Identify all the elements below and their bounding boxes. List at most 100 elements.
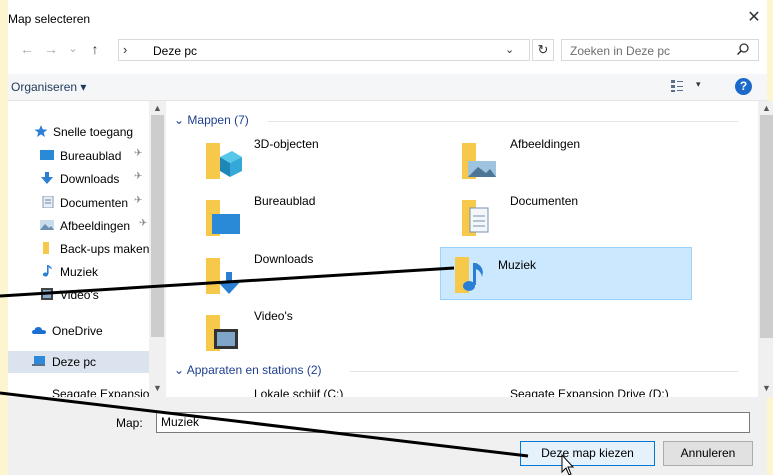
folder-name-value[interactable]: Muziek <box>161 415 199 429</box>
downloads-folder-icon <box>206 258 240 294</box>
chevron-down-icon[interactable]: ⌄ <box>174 113 184 127</box>
view-options-icon[interactable] <box>670 79 684 93</box>
sidebar-item-documents[interactable]: Documenten ✈ <box>8 192 151 214</box>
chevron-down-icon[interactable]: ⌄ <box>174 363 184 377</box>
close-icon[interactable]: ✕ <box>744 8 764 28</box>
sidebar-item-downloads[interactable]: Downloads ✈ <box>8 168 151 190</box>
help-icon[interactable]: ? <box>735 78 752 95</box>
search-icon[interactable] <box>736 42 750 56</box>
refresh-icon[interactable]: ↻ <box>532 39 554 61</box>
folders-group-header[interactable]: ⌄ Mappen (7) <box>174 113 249 127</box>
chevron-right-icon[interactable]: › <box>123 42 127 57</box>
folder-tile-desktop[interactable]: Bureaublad <box>186 190 438 244</box>
sidebar-item-desktop[interactable]: Bureaublad ✈ <box>8 145 151 167</box>
drive-item-local-c[interactable]: Lokale schijf (C:) <box>254 387 343 397</box>
pictures-icon <box>40 220 54 230</box>
folder-label: Bureaublad <box>254 194 316 208</box>
folder-content-pane: ⌄ Mappen (7) 3D-objecten Afbeeldingen Bu… <box>166 101 750 397</box>
folder-label: Video's <box>254 309 293 323</box>
map-field-label: Map: <box>116 416 143 430</box>
forward-arrow-icon[interactable]: → <box>42 40 60 58</box>
pin-icon[interactable]: ✈ <box>134 171 142 182</box>
scroll-up-icon[interactable]: ▲ <box>153 103 162 113</box>
sidebar-item-onedrive[interactable]: OneDrive <box>8 320 151 342</box>
back-arrow-icon[interactable]: ← <box>18 40 36 58</box>
video-icon <box>41 288 53 300</box>
content-scroll-thumb[interactable] <box>760 115 773 338</box>
search-input[interactable]: Zoeken in Deze pc <box>561 39 759 61</box>
sidebar-item-music[interactable]: Muziek <box>8 261 151 283</box>
organise-menu-button[interactable]: Organiseren ▾ <box>11 80 86 94</box>
select-folder-button[interactable]: Deze map kiezen <box>520 441 655 466</box>
address-bar[interactable]: › Deze pc ⌄ <box>118 39 530 61</box>
sidebar-item-this-pc[interactable]: Deze pc <box>8 351 151 373</box>
dialog-title: Map selecteren <box>8 12 91 26</box>
pin-icon[interactable]: ✈ <box>139 218 147 229</box>
sidebar-item-label: OneDrive <box>52 324 103 338</box>
chevron-down-icon[interactable]: ⌄ <box>505 43 514 56</box>
folder-tile-downloads[interactable]: Downloads <box>186 248 438 302</box>
folder-label: Documenten <box>510 194 579 208</box>
drive-item-seagate-d[interactable]: Seagate Expansion Drive (D:) <box>510 387 669 397</box>
download-arrow-icon <box>41 172 53 184</box>
document-icon <box>42 196 54 208</box>
computer-icon <box>32 356 45 366</box>
cancel-button[interactable]: Annuleren <box>663 441 753 466</box>
pin-icon[interactable]: ✈ <box>134 195 142 206</box>
folder-label: Muziek <box>498 258 537 272</box>
scroll-down-icon[interactable]: ▼ <box>153 383 162 393</box>
address-path[interactable]: Deze pc <box>153 44 197 58</box>
left-frame-strip <box>0 0 8 475</box>
scroll-down-icon[interactable]: ▼ <box>762 383 771 393</box>
folder-tile-documents[interactable]: Documenten <box>442 190 694 244</box>
music-note-icon <box>42 265 52 277</box>
pin-icon[interactable]: ✈ <box>134 148 142 159</box>
3d-objects-folder-icon <box>206 143 242 179</box>
sidebar-item-videos[interactable]: Video's <box>8 284 151 306</box>
navigation-pane: Snelle toegang Bureaublad ✈ Downloads ✈ … <box>8 101 166 401</box>
folder-label: Afbeeldingen <box>510 137 581 151</box>
view-dropdown-icon[interactable]: ▾ <box>696 79 701 90</box>
folder-label: 3D-objecten <box>254 137 319 151</box>
folder-tile-3d-objects[interactable]: 3D-objecten <box>186 133 438 187</box>
folder-tile-music[interactable]: Muziek <box>440 247 692 300</box>
sidebar-item-label: Deze pc <box>52 355 97 369</box>
sidebar-item-label: Back-ups maken <box>60 242 150 256</box>
sidebar-item-label: Documenten <box>60 196 129 210</box>
folder-select-dialog: Map selecteren ✕ ← → ⌄ ↑ › Deze pc ⌄ ↻ Z… <box>8 0 773 475</box>
documents-folder-icon <box>462 200 489 236</box>
dialog-footer: Map: Muziek Deze map kiezen Annuleren <box>8 397 767 475</box>
command-bar: Organiseren ▾ ▾ ? <box>8 74 767 101</box>
group-divider <box>268 121 738 122</box>
group-divider <box>350 371 738 372</box>
folder-tile-videos[interactable]: Video's <box>186 305 438 359</box>
sidebar-item-label: Video's <box>60 288 99 302</box>
sidebar-item-label: Bureaublad <box>60 149 122 163</box>
folder-label: Downloads <box>254 252 314 266</box>
pictures-folder-icon <box>462 143 496 179</box>
sidebar-item-label: Downloads <box>60 172 120 186</box>
sidebar-item-pictures[interactable]: Afbeeldingen ✈ <box>8 215 151 237</box>
search-placeholder: Zoeken in Deze pc <box>570 44 671 58</box>
cloud-icon <box>32 327 46 334</box>
drives-group-header[interactable]: ⌄ Apparaten en stations (2) <box>174 363 321 377</box>
scroll-up-icon[interactable]: ▲ <box>762 103 771 113</box>
up-arrow-icon[interactable]: ↑ <box>86 40 104 58</box>
sidebar-item-label: Afbeeldingen <box>60 219 131 233</box>
sidebar-item-backups[interactable]: Back-ups maken <box>8 238 151 260</box>
folder-name-input[interactable]: Muziek <box>156 412 750 433</box>
sidebar-item-label: Muziek <box>60 265 99 279</box>
sidebar-item-label: Snelle toegang <box>53 125 134 139</box>
drives-group-label: Apparaten en stations (2) <box>186 363 322 377</box>
sidebar-scroll-thumb[interactable] <box>151 115 164 337</box>
star-icon <box>34 125 48 137</box>
recent-locations-icon[interactable]: ⌄ <box>64 40 82 58</box>
folder-icon <box>43 242 49 254</box>
desktop-folder-icon <box>206 200 240 236</box>
videos-folder-icon <box>206 315 238 351</box>
drives-row: Lokale schijf (C:) Seagate Expansion Dri… <box>166 381 750 397</box>
desktop-icon <box>40 150 54 160</box>
folder-tile-pictures[interactable]: Afbeeldingen <box>442 133 694 187</box>
sidebar-item-quick-access[interactable]: Snelle toegang <box>8 121 151 143</box>
folders-group-label: Mappen (7) <box>187 113 249 127</box>
